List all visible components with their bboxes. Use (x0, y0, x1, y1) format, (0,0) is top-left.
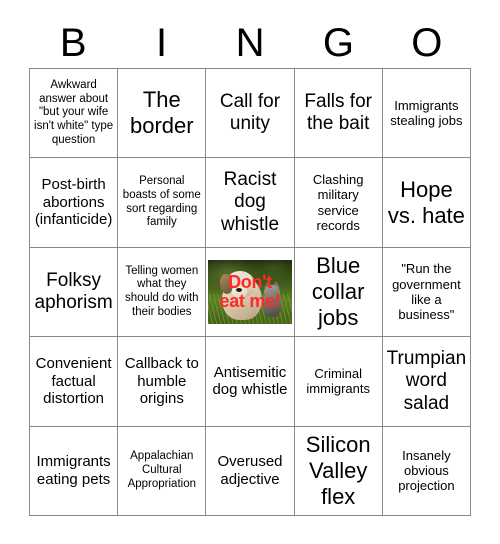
bingo-cell-r5c3[interactable]: Overused adjective (206, 426, 295, 516)
image-caption-line-1: Don't (228, 272, 272, 293)
bingo-cell-r3c3-free-space[interactable]: Don't eat me! (206, 247, 295, 338)
bingo-cell-label: Antisemitic dog whistle (212, 363, 288, 399)
bingo-cell-r1c4[interactable]: Falls for the bait (294, 69, 383, 159)
bingo-cell-label: Blue collar jobs (311, 253, 365, 330)
bingo-grid: Awkward answer about "but your wife isn'… (29, 68, 471, 516)
dog-and-kitten-image: Don't eat me! (207, 259, 292, 324)
bingo-cell-r1c5[interactable]: Immigrants stealing jobs (382, 69, 471, 159)
bingo-cell-label: Post-birth abortions (infanticide) (34, 176, 113, 229)
bingo-header-row: B I N G O (29, 18, 471, 68)
bingo-cell-r5c5[interactable]: Insanely obvious projection (382, 426, 471, 516)
bingo-cell-label: Appalachian Cultural Appropriation (127, 450, 196, 490)
bingo-cell-r3c4[interactable]: Blue collar jobs (294, 247, 383, 338)
bingo-cell-label: Overused adjective (217, 453, 283, 488)
bingo-cell-r4c5[interactable]: Trumpian word salad (382, 337, 471, 427)
bingo-cell-r1c2[interactable]: The border (118, 69, 207, 159)
bingo-cell-label: Falls for the bait (304, 90, 372, 135)
bingo-cell-r4c4[interactable]: Criminal immigrants (294, 337, 383, 427)
bingo-cell-label: Insanely obvious projection (398, 447, 455, 494)
bingo-header-letter-o: O (411, 21, 443, 65)
bingo-cell-r4c3[interactable]: Antisemitic dog whistle (206, 337, 295, 427)
bingo-cell-label: Racist dog whistle (220, 168, 280, 235)
bingo-header-letter-i: I (156, 21, 168, 65)
bingo-header-letter-b: B (59, 21, 87, 65)
bingo-cell-label: The border (129, 87, 194, 139)
bingo-cell-r3c1[interactable]: Folksy aphorism (30, 247, 119, 338)
bingo-cell-label: Folksy aphorism (34, 269, 113, 313)
bingo-cell-r5c2[interactable]: Appalachian Cultural Appropriation (118, 426, 207, 516)
bingo-header-letter-n: N (235, 21, 265, 65)
bingo-cell-r4c2[interactable]: Callback to humble origins (118, 337, 207, 427)
bingo-cell-r2c4[interactable]: Clashing military service records (294, 158, 383, 248)
bingo-cell-r4c1[interactable]: Convenient factual distortion (30, 337, 119, 427)
bingo-cell-label: Call for unity (219, 90, 281, 135)
bingo-cell-r3c5[interactable]: "Run the government like a business" (382, 247, 471, 338)
image-caption-line-2: eat me! (219, 291, 281, 312)
bingo-cell-r1c3[interactable]: Call for unity (206, 69, 295, 159)
bingo-cell-label: "Run the government like a business" (392, 261, 461, 323)
image-caption: Don't eat me! (208, 260, 292, 324)
bingo-cell-r1c1[interactable]: Awkward answer about "but your wife isn'… (30, 69, 119, 159)
bingo-cell-r5c1[interactable]: Immigrants eating pets (30, 426, 119, 516)
bingo-cell-label: Clashing military service records (312, 171, 364, 233)
bingo-cell-label: Trumpian word salad (386, 347, 467, 414)
bingo-cell-label: Convenient factual distortion (35, 354, 112, 408)
bingo-cell-label: Awkward answer about "but your wife isn'… (34, 79, 114, 146)
bingo-cell-r5c4[interactable]: Silicon Valley flex (294, 426, 383, 516)
bingo-cell-label: Callback to humble origins (124, 354, 199, 408)
bingo-cell-label: Immigrants stealing jobs (390, 97, 463, 129)
bingo-cell-label: Telling women what they should do with t… (125, 264, 199, 318)
bingo-card: B I N G O Awkward answer about "but your… (0, 0, 500, 544)
bingo-cell-label: Hope vs. hate (387, 176, 465, 228)
bingo-cell-label: Immigrants eating pets (36, 453, 111, 488)
bingo-cell-label: Silicon Valley flex (305, 431, 371, 509)
bingo-cell-r2c2[interactable]: Personal boasts of some sort regarding f… (118, 158, 207, 248)
bingo-cell-r2c3[interactable]: Racist dog whistle (206, 158, 295, 248)
bingo-cell-label: Personal boasts of some sort regarding f… (122, 175, 201, 229)
bingo-header-letter-g: G (322, 21, 354, 65)
bingo-cell-label: Criminal immigrants (306, 366, 370, 397)
bingo-cell-r2c1[interactable]: Post-birth abortions (infanticide) (30, 158, 119, 248)
bingo-cell-r2c5[interactable]: Hope vs. hate (382, 158, 471, 248)
bingo-cell-r3c2[interactable]: Telling women what they should do with t… (118, 247, 207, 338)
